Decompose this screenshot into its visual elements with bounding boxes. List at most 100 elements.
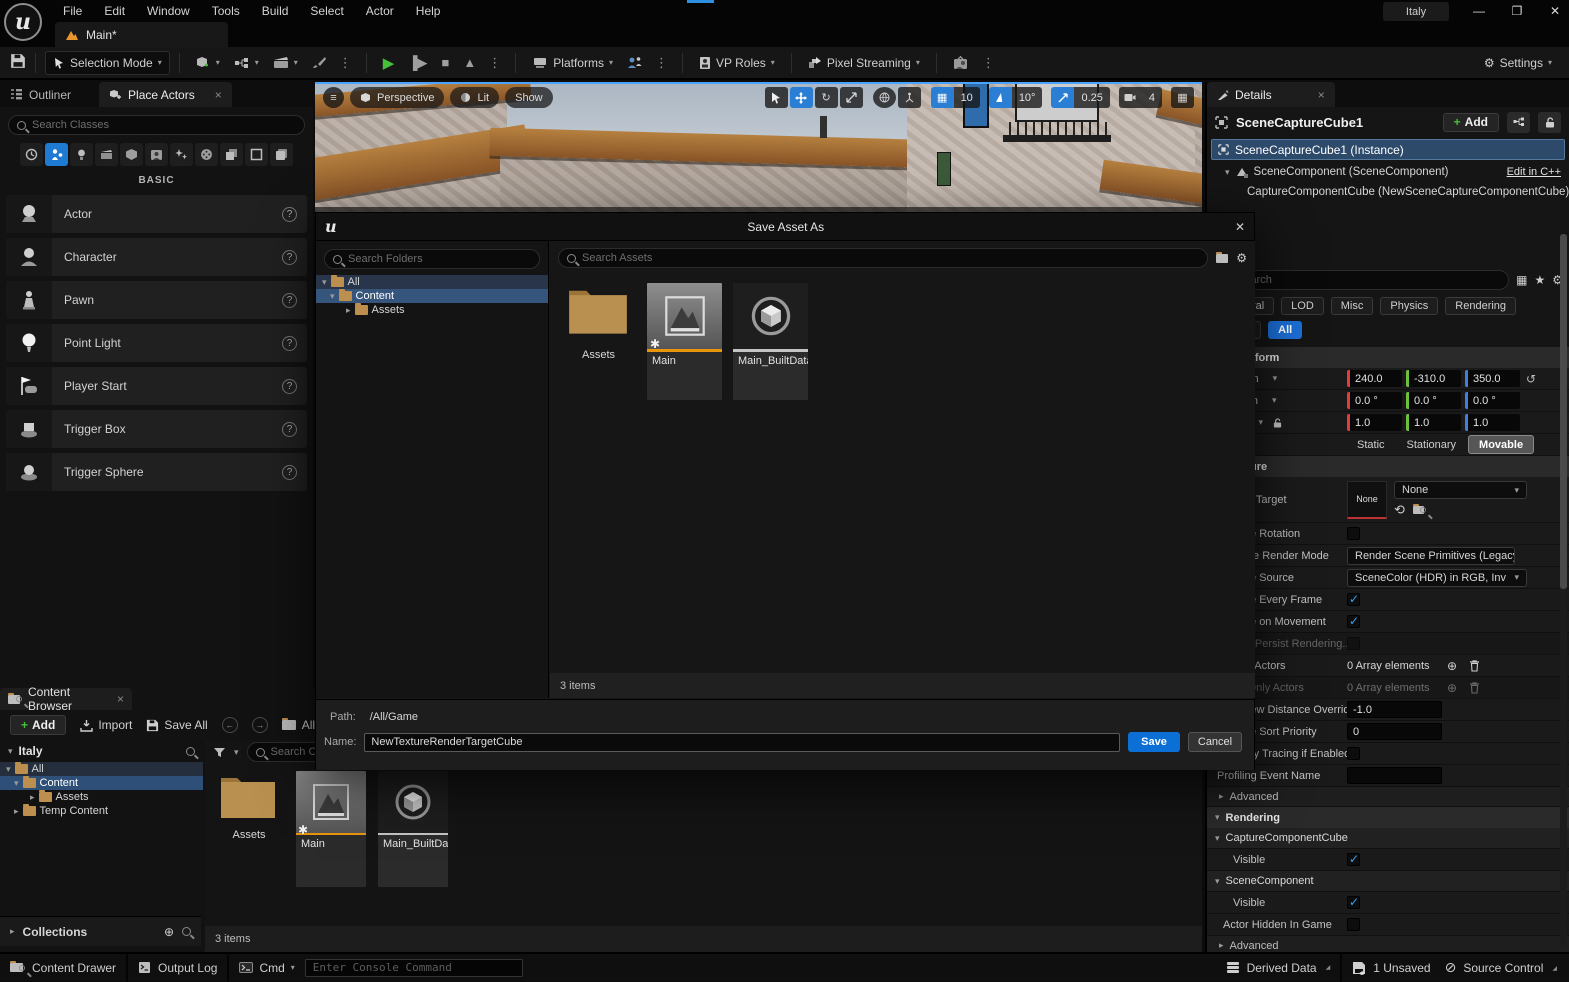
- dialog-header[interactable]: u Save Asset As ✕: [316, 213, 1254, 241]
- save-dirty-icon[interactable]: [1216, 254, 1228, 263]
- tab-close-icon[interactable]: ×: [1318, 88, 1325, 102]
- cb-save-all-button[interactable]: Save All: [146, 718, 207, 732]
- dialog-tree-all[interactable]: ▾All: [316, 275, 548, 289]
- mobility-stationary[interactable]: Stationary: [1397, 435, 1467, 454]
- frame-skip-button[interactable]: ▐▶: [401, 51, 434, 75]
- category-cinematic-icon[interactable]: [95, 143, 118, 166]
- tab-content-browser[interactable]: Content Browser ×: [0, 688, 132, 710]
- help-icon[interactable]: ?: [282, 422, 297, 437]
- selection-mode-dropdown[interactable]: Selection Mode▾: [45, 51, 170, 75]
- camera-speed-value[interactable]: 4: [1142, 87, 1162, 108]
- maximize-button[interactable]: ❐: [1502, 0, 1532, 22]
- add-array-element-icon[interactable]: ⊕: [1447, 659, 1457, 673]
- group-capturecomponentcube[interactable]: ▾CaptureComponentCube: [1207, 828, 1569, 849]
- play-options-kebab[interactable]: ⋮: [483, 55, 506, 71]
- details-search-box[interactable]: Search: [1213, 270, 1509, 290]
- select-tool[interactable]: [765, 87, 788, 108]
- media-capture-icon[interactable]: [946, 52, 977, 74]
- section-transform[interactable]: ▾Transform: [1207, 347, 1569, 368]
- scale-z[interactable]: 1.0: [1465, 414, 1520, 431]
- cb-tree-assets[interactable]: ▸Assets: [0, 790, 203, 804]
- menu-window[interactable]: Window: [136, 0, 201, 22]
- search-classes-box[interactable]: Search Classes: [8, 115, 305, 135]
- clear-array-icon[interactable]: [1469, 682, 1480, 694]
- move-tool[interactable]: [790, 87, 813, 108]
- derived-data-button[interactable]: Derived Data ◢: [1226, 961, 1331, 975]
- location-y[interactable]: -310.0: [1406, 370, 1461, 387]
- menu-file[interactable]: File: [52, 0, 93, 22]
- dialog-view-settings-gear-icon[interactable]: ⚙: [1236, 251, 1247, 265]
- search-folders-box[interactable]: Search Folders: [324, 249, 540, 269]
- location-z[interactable]: 350.0: [1465, 370, 1520, 387]
- mobility-movable[interactable]: Movable: [1468, 435, 1534, 454]
- scale-snap-toggle[interactable]: [1051, 87, 1074, 108]
- world-space-toggle[interactable]: [873, 87, 896, 108]
- browse-to-asset-icon[interactable]: [1413, 506, 1426, 514]
- help-icon[interactable]: ?: [282, 207, 297, 222]
- menu-help[interactable]: Help: [405, 0, 452, 22]
- list-item-character[interactable]: Character ?: [6, 238, 307, 276]
- help-icon[interactable]: ?: [282, 336, 297, 351]
- surface-snap-toggle[interactable]: [898, 87, 921, 108]
- tab-place-actors[interactable]: Place Actors ×: [99, 82, 232, 107]
- group-scenecomponent[interactable]: ▾SceneComponent: [1207, 871, 1569, 892]
- location-x[interactable]: 240.0: [1347, 370, 1402, 387]
- stop-button[interactable]: ■: [435, 51, 457, 74]
- cb-tree-temp-content[interactable]: ▸Temp Content: [0, 804, 203, 818]
- favorites-star-icon[interactable]: ★: [1534, 273, 1545, 287]
- filter-icon[interactable]: [213, 747, 226, 758]
- collections-search-icon[interactable]: [182, 927, 191, 936]
- search-assets-box[interactable]: Search Assets: [558, 248, 1208, 268]
- breadcrumb-root[interactable]: All: [302, 718, 315, 732]
- capture-rotation-checkbox[interactable]: [1347, 527, 1360, 540]
- category-basic-icon[interactable]: [45, 143, 68, 166]
- close-button[interactable]: ✕: [1540, 0, 1569, 22]
- add-collection-icon[interactable]: ⊕: [164, 925, 174, 939]
- on-movement-checkbox[interactable]: [1347, 615, 1360, 628]
- filter-caret-icon[interactable]: ▾: [234, 747, 239, 758]
- ray-tracing-checkbox[interactable]: [1347, 747, 1360, 760]
- dialog-close-icon[interactable]: ✕: [1235, 220, 1245, 234]
- rotate-tool[interactable]: ↻: [815, 87, 838, 108]
- collections-bar[interactable]: ▸Collections ⊕: [0, 916, 201, 946]
- max-view-distance-input[interactable]: [1347, 701, 1442, 718]
- cancel-button[interactable]: Cancel: [1188, 732, 1242, 752]
- tab-main-level[interactable]: Main*: [55, 22, 228, 47]
- cb-tree-content[interactable]: ▾Content: [0, 776, 203, 790]
- component-row-capturecomponent[interactable]: CaptureComponentCube (NewSceneCaptureCom…: [1207, 182, 1569, 202]
- list-item-trigger-box[interactable]: Trigger Box ?: [6, 410, 307, 448]
- multi-user-kebab[interactable]: ⋮: [650, 55, 673, 71]
- scale-snap-value[interactable]: 0.25: [1074, 87, 1109, 108]
- show-dropdown[interactable]: Show: [505, 87, 553, 108]
- unreal-logo[interactable]: u: [4, 3, 42, 41]
- chip-lod[interactable]: LOD: [1281, 297, 1324, 315]
- help-icon[interactable]: ?: [282, 379, 297, 394]
- asset-name-input[interactable]: [364, 733, 1120, 752]
- details-scrollbar[interactable]: [1560, 234, 1567, 946]
- cb-tree-all[interactable]: ▾All: [0, 762, 203, 776]
- mobility-static[interactable]: Static: [1347, 435, 1395, 454]
- help-icon[interactable]: ?: [282, 293, 297, 308]
- cb-folder-search-icon[interactable]: [186, 747, 195, 756]
- dialog-asset-folder[interactable]: Assets: [560, 282, 637, 361]
- scale-y[interactable]: 1.0: [1406, 414, 1461, 431]
- forward-icon[interactable]: →: [252, 717, 268, 733]
- texture-target-thumbnail[interactable]: None: [1347, 481, 1387, 519]
- category-media-icon[interactable]: [195, 143, 218, 166]
- clear-array-icon[interactable]: [1469, 660, 1480, 672]
- add-actor-dropdown[interactable]: ▾: [189, 52, 227, 74]
- menu-select[interactable]: Select: [299, 0, 354, 22]
- play-button[interactable]: ▶: [376, 50, 402, 76]
- menu-build[interactable]: Build: [251, 0, 300, 22]
- sort-priority-input[interactable]: [1347, 723, 1442, 740]
- chip-physics[interactable]: Physics: [1380, 297, 1438, 315]
- visible-checkbox[interactable]: [1347, 896, 1360, 909]
- tab-close-icon[interactable]: ×: [117, 692, 124, 706]
- help-icon[interactable]: ?: [282, 250, 297, 265]
- rotation-z[interactable]: 0.0 °: [1465, 392, 1520, 409]
- perspective-dropdown[interactable]: Perspective: [350, 87, 444, 108]
- rotation-snap-toggle[interactable]: [989, 87, 1012, 108]
- cb-import-button[interactable]: Import: [80, 718, 132, 732]
- profiling-event-input[interactable]: [1347, 767, 1442, 784]
- lit-dropdown[interactable]: Lit: [450, 87, 499, 108]
